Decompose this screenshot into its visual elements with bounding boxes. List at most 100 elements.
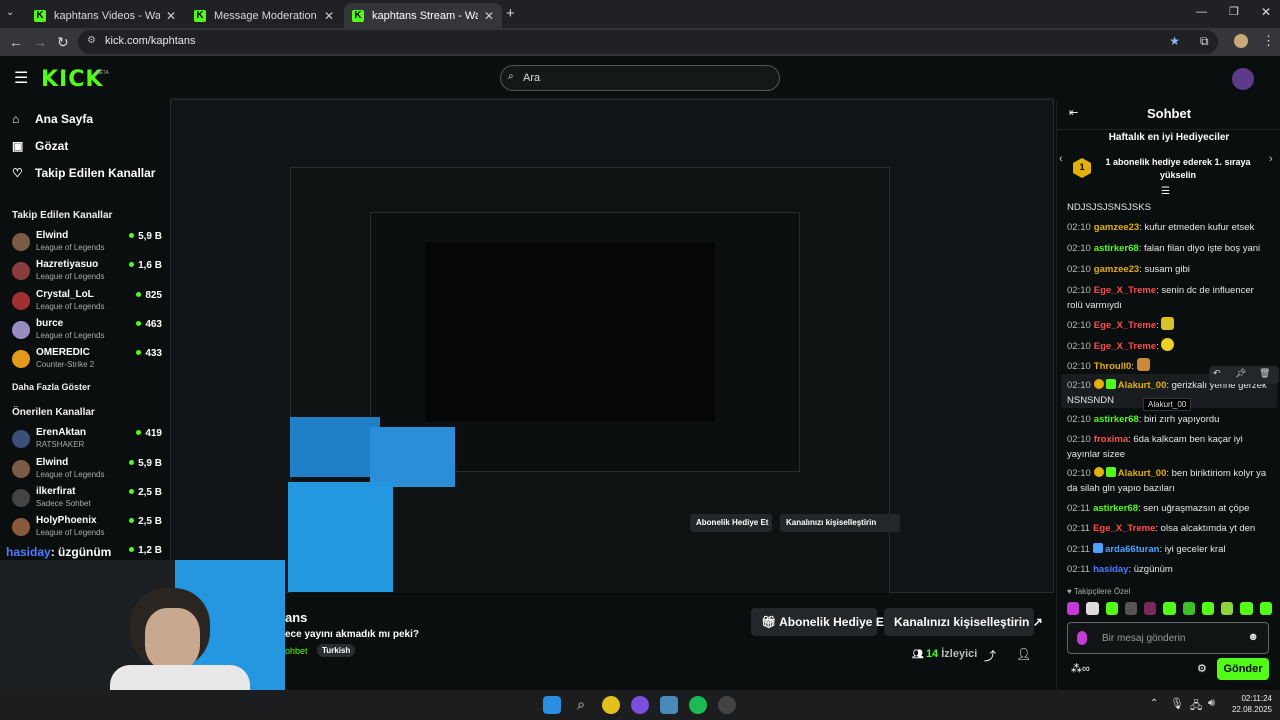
chevron-left-icon[interactable]: ‹ <box>1059 153 1063 165</box>
nav-browse[interactable]: ▣ Gözat <box>12 139 68 153</box>
chat-message[interactable]: 02:10 gamzee23: susam gibi <box>1067 262 1272 277</box>
emoji-icon[interactable]: ☻ <box>1247 631 1259 643</box>
user-avatar[interactable] <box>1232 68 1254 90</box>
chat-message[interactable]: 02:10 astirker68: biri zırh yapıyordu <box>1067 412 1272 427</box>
follow-user-icon[interactable]: 👤︎ <box>1016 647 1031 661</box>
username[interactable]: Throull0 <box>1094 361 1131 372</box>
emote[interactable] <box>1201 602 1215 615</box>
video-player[interactable]: Abonelik Hediye Et Kanalınızı kişiselleş… <box>170 97 1054 593</box>
delete-icon[interactable]: 🗑︎ <box>1259 368 1270 378</box>
channel-item[interactable]: ErenAktan RATSHAKER 419 <box>12 426 162 454</box>
settings-gear-icon[interactable]: ⚙ <box>1197 662 1207 675</box>
channel-item[interactable]: Hazretiyasuo League of Legends 1,6 B <box>12 258 162 286</box>
send-button[interactable]: Gönder <box>1217 658 1269 680</box>
channel-item[interactable]: ilkerfirat Sadece Sohbet 2,5 B <box>12 485 162 513</box>
username[interactable]: gamzee23 <box>1094 264 1139 275</box>
share-icon[interactable]: ⤴ <box>984 647 996 664</box>
chat-message[interactable]: 02:11 astirker68: sen uğraşmazsın at çöpe <box>1067 501 1272 516</box>
username[interactable]: Ege_X_Treme <box>1094 320 1156 331</box>
taskbar-search-icon[interactable]: ⌕ <box>572 696 590 714</box>
emote[interactable] <box>1240 602 1253 615</box>
reply-icon[interactable]: ↶ <box>1213 368 1221 378</box>
window-close-icon[interactable]: ✕ <box>1261 5 1271 19</box>
username[interactable]: astirker68 <box>1093 503 1138 514</box>
bookmark-star-icon[interactable]: ★ <box>1169 34 1180 48</box>
emote[interactable] <box>1221 602 1234 615</box>
username[interactable]: Ege_X_Treme <box>1094 285 1156 296</box>
username[interactable]: astirker68 <box>1094 414 1139 425</box>
emote[interactable] <box>1144 602 1157 615</box>
forward-icon[interactable]: → <box>33 34 47 50</box>
emote[interactable] <box>1182 602 1195 615</box>
tray-chevron-icon[interactable]: ⌃ <box>1150 698 1158 709</box>
profile-avatar[interactable] <box>1234 34 1248 48</box>
spotify-icon[interactable] <box>689 696 707 714</box>
language-tag[interactable]: Turkish <box>317 644 356 657</box>
chat-message[interactable]: 02:10 astirker68: falan filan diyo işte b… <box>1067 241 1272 256</box>
username[interactable]: arda66turan <box>1105 544 1159 555</box>
url-field[interactable]: ⚙ kick.com/kaphtans ★ <box>78 30 1218 54</box>
hamburger-menu-icon[interactable]: ☰ <box>14 68 28 88</box>
new-tab-icon[interactable]: + <box>506 5 515 22</box>
close-icon[interactable]: ✕ <box>166 9 176 23</box>
emote[interactable] <box>1259 602 1272 615</box>
obs-icon[interactable] <box>718 696 736 714</box>
close-icon[interactable]: ✕ <box>484 9 494 23</box>
site-info-icon[interactable]: ⚙ <box>87 35 96 46</box>
chat-message[interactable]: 02:10 froxima: 6da kalkcam ben kaçar iyi … <box>1067 432 1272 462</box>
emote[interactable] <box>1086 602 1099 615</box>
chat-message[interactable]: 02:11 Ege_X_Treme: olsa alcaktımda yt den <box>1067 521 1272 536</box>
username[interactable]: Ege_X_Treme <box>1094 341 1156 352</box>
pin-icon[interactable]: 📌︎ <box>1235 368 1246 378</box>
reload-icon[interactable]: ↻ <box>57 34 69 51</box>
username[interactable]: Alakurt_00 <box>1118 380 1167 391</box>
minimize-icon[interactable]: — <box>1196 6 1207 18</box>
chevron-right-icon[interactable]: › <box>1269 153 1273 165</box>
emote[interactable] <box>1105 602 1118 615</box>
channel-item[interactable]: HolyPhoenix League of Legends 2,5 B <box>12 514 162 542</box>
gift-subscription-button[interactable]: 🎁︎ Abonelik Hediye Et <box>751 608 888 636</box>
extensions-icon[interactable]: ⧉ <box>1200 34 1209 49</box>
chat-message[interactable]: 02:10 gamzee23: kufur etmeden kufur etsek <box>1067 220 1272 235</box>
chrome-icon[interactable] <box>602 696 620 714</box>
customize-channel-button[interactable]: Kanalınızı kişiselleştirin ↗ <box>884 608 1043 636</box>
windows-start-icon[interactable] <box>543 696 561 714</box>
emote[interactable] <box>1067 602 1080 615</box>
username[interactable]: astirker68 <box>1094 243 1139 254</box>
clock[interactable]: 02:11:24 22.08.2025 <box>1226 693 1272 715</box>
show-more-link[interactable]: Daha Fazla Göster <box>12 382 91 392</box>
channel-item[interactable]: burce League of Legends 463 <box>12 317 162 345</box>
emote[interactable] <box>1124 602 1138 615</box>
chat-message-input[interactable]: Bir mesaj gönderin ☻ <box>1067 622 1269 654</box>
username[interactable]: gamzee23 <box>1094 222 1139 233</box>
nav-following[interactable]: ♡ Takip Edilen Kanallar <box>12 166 155 180</box>
username[interactable]: Alakurt_00 <box>1118 468 1167 479</box>
tab-search-icon[interactable]: ⌄ <box>6 7 22 21</box>
nav-home[interactable]: ⌂ Ana Sayfa <box>12 112 93 126</box>
back-icon[interactable]: ← <box>9 34 23 50</box>
chat-message[interactable]: 02:10 Ege_X_Treme: <box>1067 338 1272 354</box>
channel-item[interactable]: Elwind League of Legends 5,9 B <box>12 229 162 257</box>
channel-item[interactable]: Elwind League of Legends 5,9 B <box>12 456 162 484</box>
search-input[interactable]: ⌕ Ara <box>500 65 780 91</box>
app-icon[interactable] <box>660 696 678 714</box>
kick-logo[interactable]: KICK <box>41 67 103 92</box>
chat-message[interactable]: 02:10 Alakurt_00: ben biriktiriom kolyr y… <box>1067 466 1272 496</box>
mic-tray-icon[interactable]: 🎙︎ <box>1170 697 1184 710</box>
channel-item[interactable]: OMEREDIC Counter-Strike 2 433 <box>12 346 162 374</box>
menu-dots-icon[interactable]: ⋮ <box>1262 33 1275 49</box>
tab-videos[interactable]: K kaphtans Videos - Watch On-De ✕ <box>26 3 184 28</box>
chat-message[interactable]: 02:10 Ege_X_Treme: <box>1067 317 1272 333</box>
discord-icon[interactable] <box>631 696 649 714</box>
chat-message[interactable]: 02:11 arda66turan: iyi geceler kral <box>1067 542 1272 557</box>
points-icon[interactable]: ⁂∞ <box>1071 662 1090 675</box>
username[interactable]: Ege_X_Treme <box>1093 523 1155 534</box>
chat-message[interactable]: 02:11 hasiday: üzgünüm <box>1067 562 1272 577</box>
tab-stream[interactable]: K kaphtans Stream - Watch Live o ✕ <box>344 3 502 28</box>
mic-icon[interactable] <box>1077 631 1087 645</box>
close-icon[interactable]: ✕ <box>324 9 334 23</box>
tab-moderation[interactable]: K Message Moderation - Kick Da ✕ <box>186 3 342 28</box>
network-icon[interactable]: 🖧︎ <box>1190 697 1202 716</box>
stream-category[interactable]: ohbet <box>285 646 308 656</box>
restore-icon[interactable]: ❐ <box>1229 5 1239 18</box>
